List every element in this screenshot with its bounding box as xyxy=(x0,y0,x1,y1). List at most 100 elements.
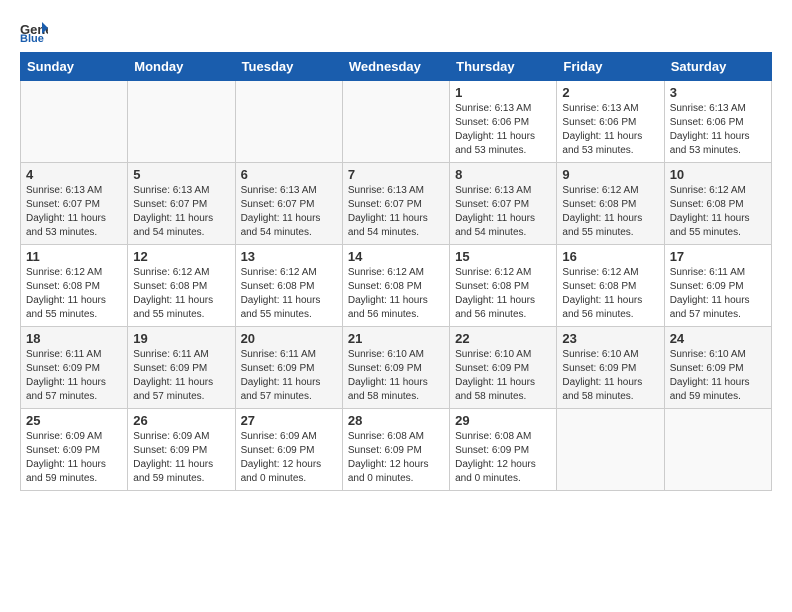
day-info: Sunrise: 6:11 AM Sunset: 6:09 PM Dayligh… xyxy=(133,348,229,404)
day-info: Sunrise: 6:12 AM Sunset: 6:08 PM Dayligh… xyxy=(670,184,766,240)
day-info: Sunrise: 6:13 AM Sunset: 6:07 PM Dayligh… xyxy=(26,184,122,240)
day-info: Sunrise: 6:12 AM Sunset: 6:08 PM Dayligh… xyxy=(562,266,658,322)
day-number: 18 xyxy=(26,331,122,346)
day-of-week-header: Wednesday xyxy=(342,53,449,81)
day-info: Sunrise: 6:12 AM Sunset: 6:08 PM Dayligh… xyxy=(562,184,658,240)
calendar-day-cell: 15 Sunrise: 6:12 AM Sunset: 6:08 PM Dayli… xyxy=(450,245,557,327)
calendar-header-row: SundayMondayTuesdayWednesdayThursdayFrid… xyxy=(21,53,772,81)
calendar-day-cell: 11 Sunrise: 6:12 AM Sunset: 6:08 PM Dayli… xyxy=(21,245,128,327)
calendar-week-row: 1 Sunrise: 6:13 AM Sunset: 6:06 PM Daylig… xyxy=(21,81,772,163)
day-info: Sunrise: 6:13 AM Sunset: 6:07 PM Dayligh… xyxy=(455,184,551,240)
day-number: 24 xyxy=(670,331,766,346)
day-info: Sunrise: 6:09 AM Sunset: 6:09 PM Dayligh… xyxy=(26,430,122,486)
day-info: Sunrise: 6:12 AM Sunset: 6:08 PM Dayligh… xyxy=(241,266,337,322)
day-info: Sunrise: 6:10 AM Sunset: 6:09 PM Dayligh… xyxy=(670,348,766,404)
day-number: 25 xyxy=(26,413,122,428)
day-info: Sunrise: 6:08 AM Sunset: 6:09 PM Dayligh… xyxy=(455,430,551,486)
day-number: 11 xyxy=(26,249,122,264)
calendar-week-row: 11 Sunrise: 6:12 AM Sunset: 6:08 PM Dayli… xyxy=(21,245,772,327)
day-number: 6 xyxy=(241,167,337,182)
day-info: Sunrise: 6:10 AM Sunset: 6:09 PM Dayligh… xyxy=(455,348,551,404)
day-info: Sunrise: 6:13 AM Sunset: 6:07 PM Dayligh… xyxy=(241,184,337,240)
calendar-table: SundayMondayTuesdayWednesdayThursdayFrid… xyxy=(20,52,772,491)
day-info: Sunrise: 6:09 AM Sunset: 6:09 PM Dayligh… xyxy=(241,430,337,486)
calendar-day-cell: 14 Sunrise: 6:12 AM Sunset: 6:08 PM Dayli… xyxy=(342,245,449,327)
calendar-week-row: 25 Sunrise: 6:09 AM Sunset: 6:09 PM Dayli… xyxy=(21,409,772,491)
day-number: 28 xyxy=(348,413,444,428)
calendar-day-cell xyxy=(128,81,235,163)
calendar-day-cell: 6 Sunrise: 6:13 AM Sunset: 6:07 PM Daylig… xyxy=(235,163,342,245)
calendar-day-cell: 16 Sunrise: 6:12 AM Sunset: 6:08 PM Dayli… xyxy=(557,245,664,327)
calendar-day-cell: 23 Sunrise: 6:10 AM Sunset: 6:09 PM Dayli… xyxy=(557,327,664,409)
day-info: Sunrise: 6:11 AM Sunset: 6:09 PM Dayligh… xyxy=(26,348,122,404)
day-of-week-header: Thursday xyxy=(450,53,557,81)
day-info: Sunrise: 6:11 AM Sunset: 6:09 PM Dayligh… xyxy=(241,348,337,404)
day-info: Sunrise: 6:12 AM Sunset: 6:08 PM Dayligh… xyxy=(348,266,444,322)
calendar-day-cell: 18 Sunrise: 6:11 AM Sunset: 6:09 PM Dayli… xyxy=(21,327,128,409)
day-info: Sunrise: 6:13 AM Sunset: 6:07 PM Dayligh… xyxy=(133,184,229,240)
day-info: Sunrise: 6:10 AM Sunset: 6:09 PM Dayligh… xyxy=(562,348,658,404)
day-of-week-header: Tuesday xyxy=(235,53,342,81)
day-number: 22 xyxy=(455,331,551,346)
day-number: 4 xyxy=(26,167,122,182)
calendar-day-cell: 17 Sunrise: 6:11 AM Sunset: 6:09 PM Dayli… xyxy=(664,245,771,327)
calendar-day-cell: 22 Sunrise: 6:10 AM Sunset: 6:09 PM Dayli… xyxy=(450,327,557,409)
day-info: Sunrise: 6:13 AM Sunset: 6:06 PM Dayligh… xyxy=(455,102,551,158)
calendar-day-cell xyxy=(557,409,664,491)
day-info: Sunrise: 6:13 AM Sunset: 6:07 PM Dayligh… xyxy=(348,184,444,240)
day-of-week-header: Friday xyxy=(557,53,664,81)
day-info: Sunrise: 6:11 AM Sunset: 6:09 PM Dayligh… xyxy=(670,266,766,322)
calendar-day-cell: 25 Sunrise: 6:09 AM Sunset: 6:09 PM Dayli… xyxy=(21,409,128,491)
day-number: 20 xyxy=(241,331,337,346)
day-number: 1 xyxy=(455,85,551,100)
calendar-day-cell: 8 Sunrise: 6:13 AM Sunset: 6:07 PM Daylig… xyxy=(450,163,557,245)
calendar-day-cell: 10Sunrise: 6:12 AM Sunset: 6:08 PM Dayli… xyxy=(664,163,771,245)
day-info: Sunrise: 6:12 AM Sunset: 6:08 PM Dayligh… xyxy=(26,266,122,322)
day-number: 16 xyxy=(562,249,658,264)
calendar-day-cell: 1 Sunrise: 6:13 AM Sunset: 6:06 PM Daylig… xyxy=(450,81,557,163)
day-info: Sunrise: 6:08 AM Sunset: 6:09 PM Dayligh… xyxy=(348,430,444,486)
day-number: 14 xyxy=(348,249,444,264)
calendar-day-cell: 2 Sunrise: 6:13 AM Sunset: 6:06 PM Daylig… xyxy=(557,81,664,163)
day-info: Sunrise: 6:13 AM Sunset: 6:06 PM Dayligh… xyxy=(562,102,658,158)
day-of-week-header: Monday xyxy=(128,53,235,81)
day-info: Sunrise: 6:13 AM Sunset: 6:06 PM Dayligh… xyxy=(670,102,766,158)
calendar-day-cell: 27 Sunrise: 6:09 AM Sunset: 6:09 PM Dayli… xyxy=(235,409,342,491)
day-number: 12 xyxy=(133,249,229,264)
day-info: Sunrise: 6:09 AM Sunset: 6:09 PM Dayligh… xyxy=(133,430,229,486)
day-number: 5 xyxy=(133,167,229,182)
day-info: Sunrise: 6:12 AM Sunset: 6:08 PM Dayligh… xyxy=(133,266,229,322)
calendar-day-cell: 20 Sunrise: 6:11 AM Sunset: 6:09 PM Dayli… xyxy=(235,327,342,409)
day-number: 2 xyxy=(562,85,658,100)
day-number: 7 xyxy=(348,167,444,182)
day-number: 9 xyxy=(562,167,658,182)
logo-icon: General Blue xyxy=(20,20,48,42)
header: General Blue xyxy=(20,20,772,42)
calendar-day-cell: 5 Sunrise: 6:13 AM Sunset: 6:07 PM Daylig… xyxy=(128,163,235,245)
day-number: 8 xyxy=(455,167,551,182)
calendar-day-cell: 19Sunrise: 6:11 AM Sunset: 6:09 PM Dayli… xyxy=(128,327,235,409)
day-number: 17 xyxy=(670,249,766,264)
day-number: 27 xyxy=(241,413,337,428)
calendar-day-cell: 29 Sunrise: 6:08 AM Sunset: 6:09 PM Dayli… xyxy=(450,409,557,491)
day-number: 26 xyxy=(133,413,229,428)
calendar-day-cell: 28 Sunrise: 6:08 AM Sunset: 6:09 PM Dayli… xyxy=(342,409,449,491)
calendar-day-cell: 13 Sunrise: 6:12 AM Sunset: 6:08 PM Dayli… xyxy=(235,245,342,327)
calendar-day-cell: 26 Sunrise: 6:09 AM Sunset: 6:09 PM Dayli… xyxy=(128,409,235,491)
calendar-day-cell xyxy=(342,81,449,163)
day-number: 29 xyxy=(455,413,551,428)
day-number: 15 xyxy=(455,249,551,264)
day-number: 21 xyxy=(348,331,444,346)
calendar-day-cell: 3Sunrise: 6:13 AM Sunset: 6:06 PM Daylig… xyxy=(664,81,771,163)
calendar-day-cell xyxy=(235,81,342,163)
day-info: Sunrise: 6:10 AM Sunset: 6:09 PM Dayligh… xyxy=(348,348,444,404)
logo: General Blue xyxy=(20,20,50,42)
day-number: 13 xyxy=(241,249,337,264)
calendar-day-cell: 24 Sunrise: 6:10 AM Sunset: 6:09 PM Dayli… xyxy=(664,327,771,409)
calendar-day-cell: 21 Sunrise: 6:10 AM Sunset: 6:09 PM Dayli… xyxy=(342,327,449,409)
day-number: 23 xyxy=(562,331,658,346)
calendar-week-row: 18 Sunrise: 6:11 AM Sunset: 6:09 PM Dayli… xyxy=(21,327,772,409)
calendar-day-cell: 4 Sunrise: 6:13 AM Sunset: 6:07 PM Daylig… xyxy=(21,163,128,245)
day-of-week-header: Sunday xyxy=(21,53,128,81)
day-info: Sunrise: 6:12 AM Sunset: 6:08 PM Dayligh… xyxy=(455,266,551,322)
